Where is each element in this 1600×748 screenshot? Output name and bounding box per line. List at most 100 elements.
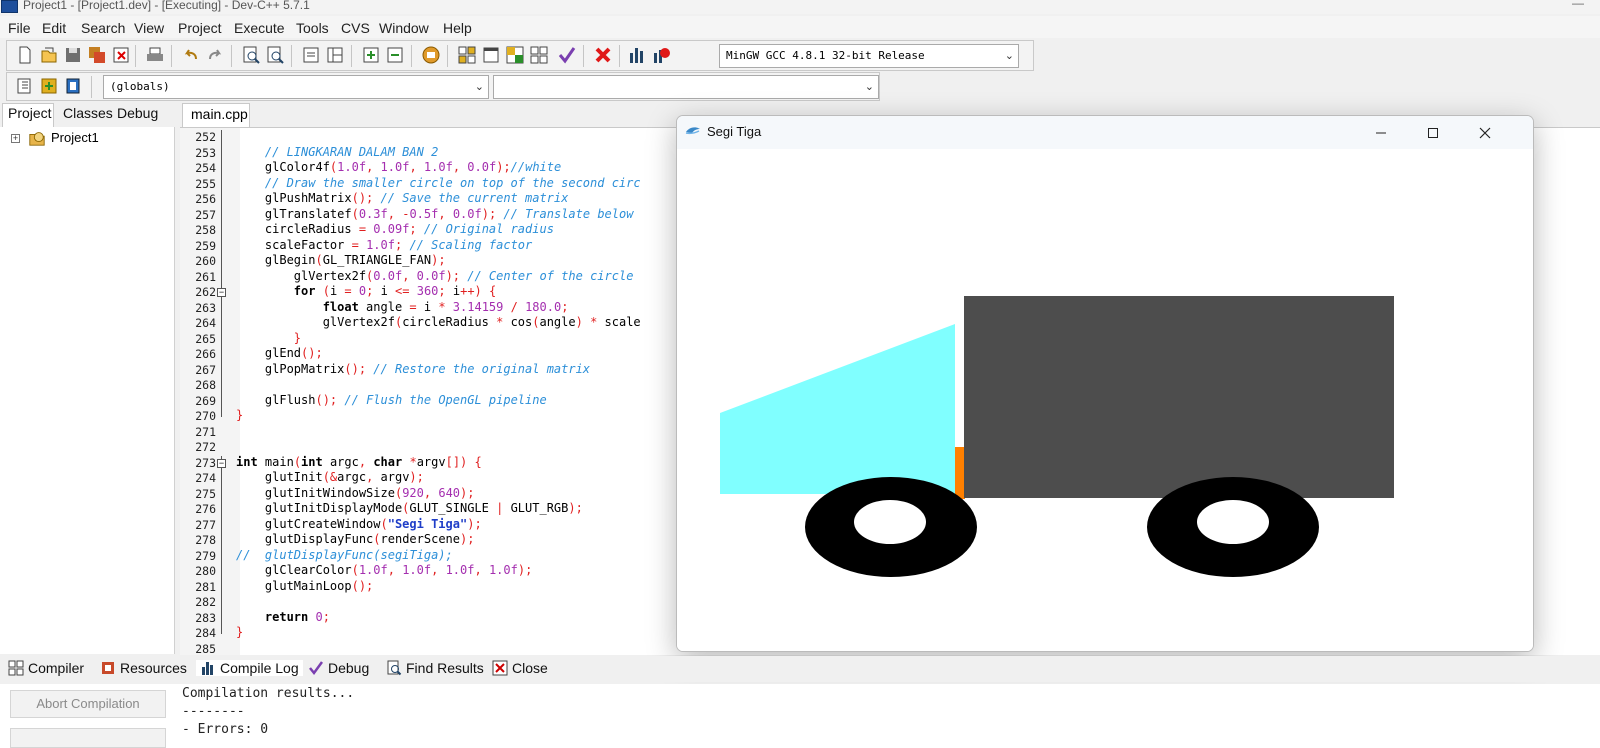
toolbar-separator bbox=[619, 45, 620, 67]
menu-tools[interactable]: Tools bbox=[296, 20, 329, 36]
scope-select[interactable]: (globals) ⌄ bbox=[103, 75, 489, 99]
menu-window[interactable]: Window bbox=[379, 20, 429, 36]
chevron-down-icon: ⌄ bbox=[864, 80, 874, 93]
line-number: 276 bbox=[195, 502, 216, 516]
member-select[interactable]: ⌄ bbox=[493, 75, 879, 99]
close-file-icon[interactable] bbox=[111, 45, 131, 65]
tab-main-cpp[interactable]: main.cpp bbox=[182, 103, 250, 127]
fold-toggle-icon[interactable]: − bbox=[217, 458, 226, 468]
line-number: 279 bbox=[195, 548, 216, 563]
line-number: 264 bbox=[195, 316, 216, 330]
menu-cvs[interactable]: CVS bbox=[341, 20, 370, 36]
line-number: 265 bbox=[195, 331, 216, 346]
debug-check-icon[interactable] bbox=[557, 45, 577, 65]
line-number: 270 bbox=[195, 409, 216, 423]
expand-icon[interactable]: + bbox=[11, 134, 20, 143]
rear-tire-hub bbox=[1197, 500, 1269, 544]
log-line: - Errors: 0 bbox=[182, 722, 269, 737]
run-icon[interactable] bbox=[481, 45, 501, 65]
scope-select-value: (globals) bbox=[110, 80, 170, 93]
close-panel-icon bbox=[492, 660, 508, 676]
insert-icon[interactable] bbox=[15, 76, 35, 96]
redo-icon[interactable] bbox=[205, 45, 225, 65]
tab-debug-bottom[interactable]: Debug bbox=[308, 660, 369, 676]
line-number: 273 bbox=[195, 455, 216, 470]
code-line: return 0; bbox=[264, 609, 330, 624]
tab-resources[interactable]: Resources bbox=[100, 660, 187, 676]
menu-view[interactable]: View bbox=[134, 20, 164, 36]
menu-help[interactable]: Help bbox=[443, 20, 472, 36]
replace-icon[interactable] bbox=[265, 45, 285, 65]
glut-window-title: Segi Tiga bbox=[707, 124, 762, 139]
tab-classes[interactable]: Classes bbox=[63, 105, 113, 121]
glut-title-bar[interactable]: Segi Tiga bbox=[677, 116, 1533, 149]
new-file-icon[interactable] bbox=[15, 45, 35, 65]
compiler-icon bbox=[8, 660, 24, 676]
open-file-icon[interactable] bbox=[39, 45, 59, 65]
minimize-icon[interactable] bbox=[1369, 122, 1393, 144]
menu-project[interactable]: Project bbox=[178, 20, 222, 36]
toolbar-separator bbox=[91, 76, 92, 98]
profile-chart-icon[interactable] bbox=[627, 45, 647, 65]
line-number: 261 bbox=[195, 269, 216, 284]
abort-compilation-button[interactable]: Abort Compilation bbox=[10, 690, 166, 718]
stop-execution-icon[interactable] bbox=[593, 45, 613, 65]
line-number: 260 bbox=[195, 254, 216, 268]
goto-line-icon[interactable] bbox=[301, 45, 321, 65]
rebuild-all-icon[interactable] bbox=[529, 45, 549, 65]
chevron-down-icon: ⌄ bbox=[1004, 49, 1014, 62]
tab-project[interactable]: Project bbox=[8, 105, 52, 121]
goto-function-icon[interactable] bbox=[325, 45, 345, 65]
close-icon[interactable] bbox=[1473, 122, 1497, 144]
menu-edit[interactable]: Edit bbox=[42, 20, 66, 36]
fold-toggle-icon[interactable]: − bbox=[217, 288, 226, 297]
tree-root-project1[interactable]: Project1 bbox=[51, 130, 99, 145]
toolbar-separator bbox=[231, 45, 232, 67]
code-line: glEnd(); bbox=[236, 346, 323, 360]
find-icon[interactable] bbox=[241, 45, 261, 65]
minimize-icon[interactable]: — bbox=[1572, 0, 1584, 10]
log-line: Compilation results... bbox=[182, 686, 355, 701]
code-line: glutInitWindowSize(920, 640); bbox=[236, 485, 475, 500]
menu-search[interactable]: Search bbox=[81, 20, 125, 36]
tab-resources-label: Resources bbox=[120, 660, 187, 676]
menu-execute[interactable]: Execute bbox=[234, 20, 285, 36]
truck-bumper bbox=[955, 447, 965, 499]
project-folder-icon bbox=[28, 129, 46, 147]
line-number: 277 bbox=[195, 517, 216, 532]
compiler-select[interactable]: MinGW GCC 4.8.1 32-bit Release ⌄ bbox=[719, 44, 1019, 68]
tab-debug[interactable]: Debug bbox=[117, 105, 158, 121]
tab-find-results[interactable]: Find Results bbox=[386, 660, 484, 676]
secondary-button[interactable] bbox=[10, 728, 166, 748]
window-title: Project1 - [Project1.dev] - [Executing] … bbox=[23, 0, 310, 12]
save-all-icon[interactable] bbox=[87, 45, 107, 65]
compile-run-icon[interactable] bbox=[505, 45, 525, 65]
code-line: int main(int argc, char *argv[]) { bbox=[236, 454, 482, 469]
tab-compiler[interactable]: Compiler bbox=[8, 660, 84, 676]
remove-from-project-icon[interactable] bbox=[385, 45, 405, 65]
maximize-icon[interactable] bbox=[1421, 122, 1445, 144]
project-options-icon[interactable] bbox=[421, 45, 441, 65]
menu-file[interactable]: File bbox=[8, 20, 31, 36]
front-tire-hub bbox=[854, 500, 926, 544]
tab-close[interactable]: Close bbox=[492, 660, 548, 676]
opengl-canvas[interactable] bbox=[677, 149, 1533, 651]
fold-guide bbox=[221, 130, 222, 417]
goto-bookmark-icon[interactable] bbox=[63, 76, 83, 96]
tab-compile-log[interactable]: Compile Log bbox=[196, 660, 303, 676]
save-icon[interactable] bbox=[63, 45, 83, 65]
line-number: 262 bbox=[195, 285, 216, 299]
toggle-bookmark-icon[interactable] bbox=[39, 76, 59, 96]
delete-profile-icon[interactable] bbox=[651, 45, 671, 65]
undo-icon[interactable] bbox=[181, 45, 201, 65]
debug-check-icon bbox=[309, 661, 324, 676]
print-icon[interactable] bbox=[145, 45, 165, 65]
code-line: circleRadius = 0.09f; // Original radius bbox=[236, 222, 554, 236]
code-line: glVertex2f(0.0f, 0.0f); // Center of the… bbox=[236, 268, 634, 283]
glut-window[interactable]: Segi Tiga bbox=[676, 115, 1534, 652]
compile-icon[interactable] bbox=[457, 45, 477, 65]
add-to-project-icon[interactable] bbox=[361, 45, 381, 65]
toolbar-separator bbox=[135, 45, 136, 67]
code-line: glFlush(); // Flush the OpenGL pipeline bbox=[236, 392, 547, 407]
code-line: glutInit(&argc, argv); bbox=[236, 470, 424, 484]
